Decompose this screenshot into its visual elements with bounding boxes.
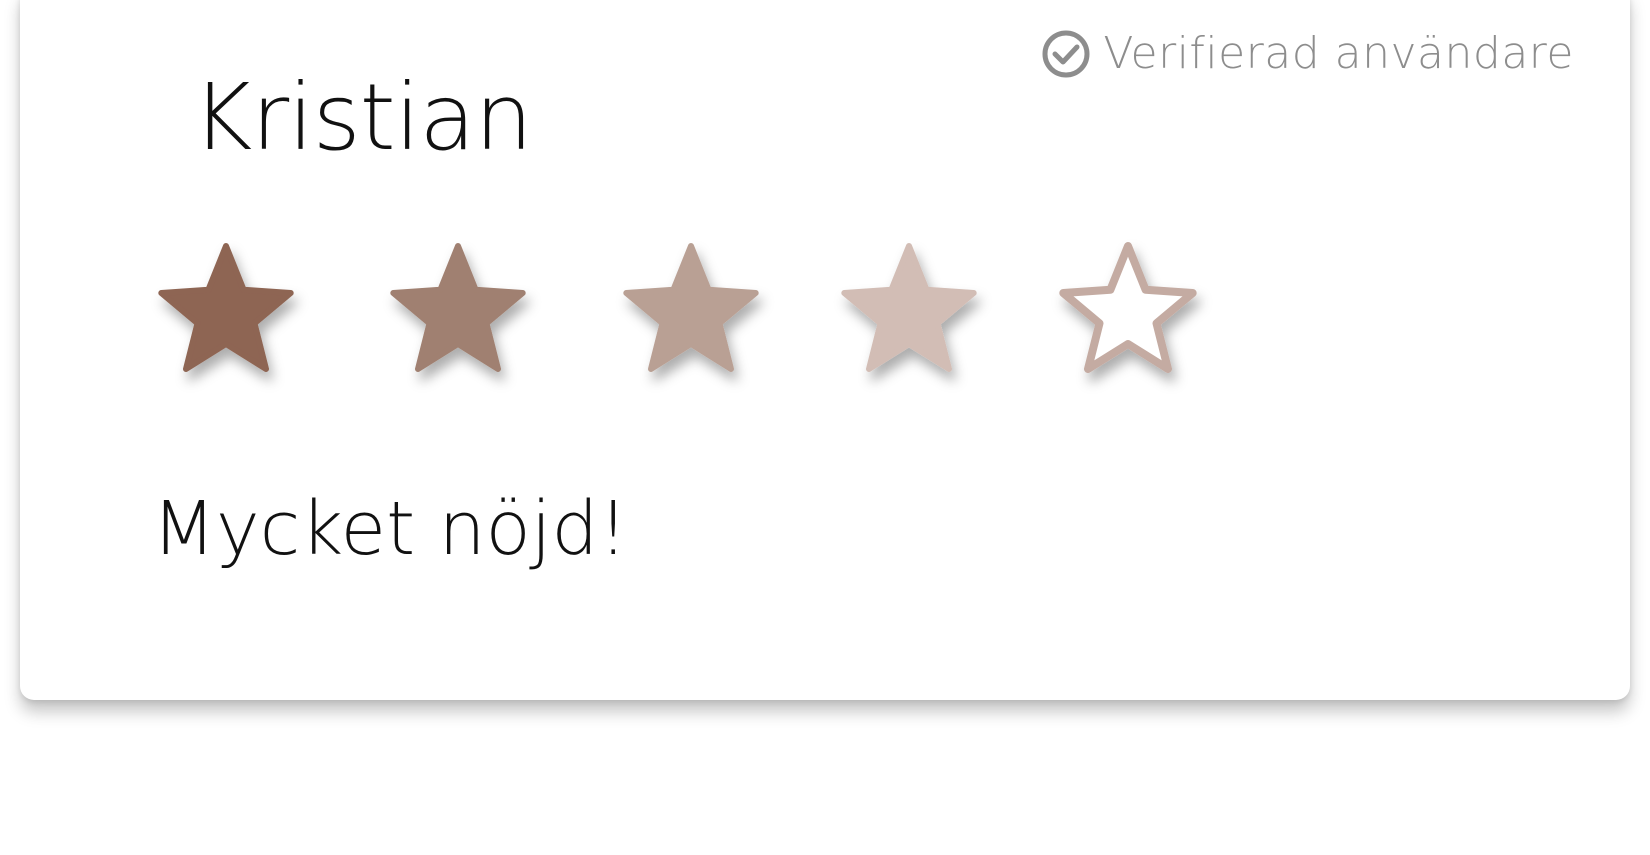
star-icon [1059,242,1197,373]
star-icon [390,243,526,372]
review-text: Mycket nöjd! [152,486,628,572]
star-icon [158,243,294,372]
reviewer-name: Kristian [192,64,533,171]
check-circle-icon [1042,30,1090,77]
star-icon [841,243,977,372]
review-card: Verifierad användare Kristian Mycket nöj… [20,0,1630,700]
star-icon [623,243,759,372]
verified-label: Verifierad användare [1103,28,1574,79]
verified-badge: Verifierad användare [1041,28,1574,79]
